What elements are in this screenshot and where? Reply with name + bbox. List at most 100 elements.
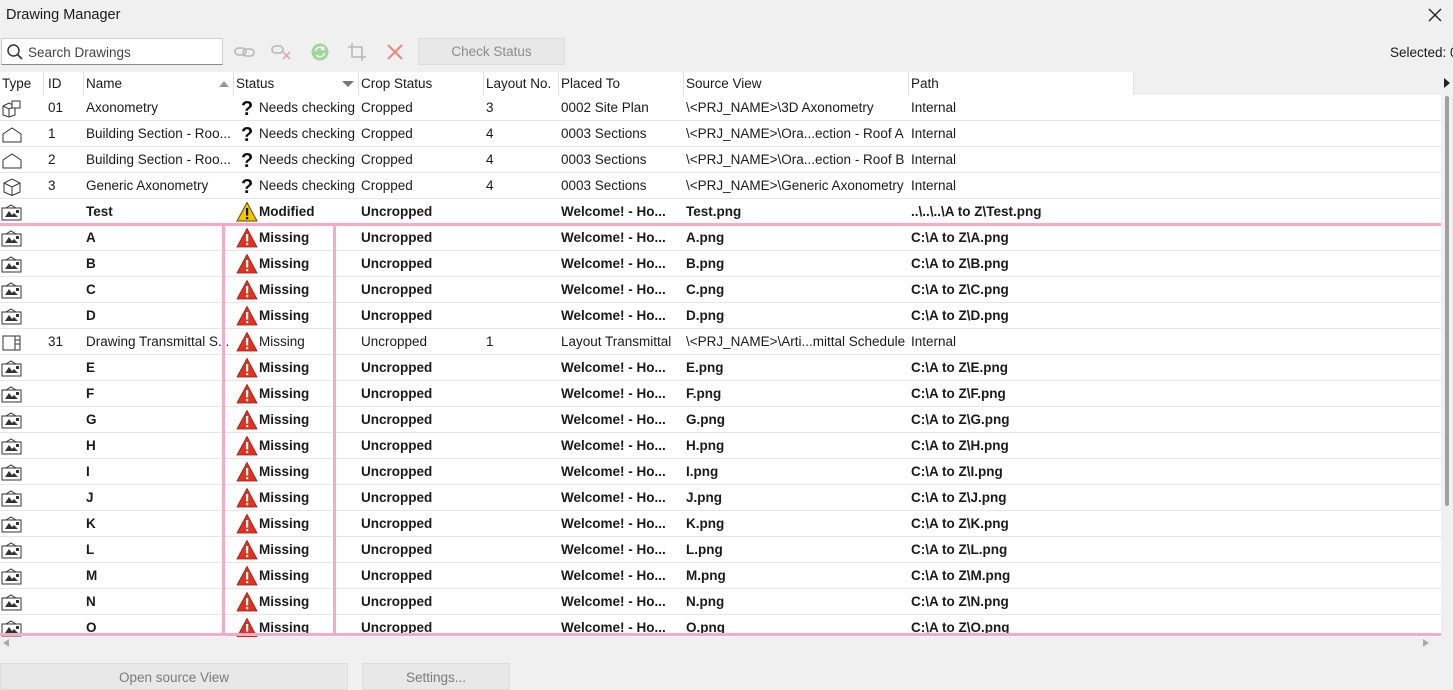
column-header-status[interactable]: Status (234, 72, 359, 95)
cell-path: C:\A to Z\O.png (911, 620, 1010, 635)
table-row[interactable]: D Missing Uncropped Welcome! - Ho... D.png C:… (0, 303, 1441, 329)
delete-icon[interactable] (383, 40, 407, 64)
table-row[interactable]: 1 Building Section - Roo...? Needs checkin… (0, 121, 1441, 147)
sort-dropdown-icon[interactable] (342, 81, 354, 87)
column-header-layout-no[interactable]: Layout No. (484, 72, 559, 95)
status-text: Missing (259, 438, 310, 453)
table-row[interactable]: 3 Generic Axonometry? Needs checking Croppe… (0, 173, 1441, 199)
cell-layout-no (486, 615, 558, 637)
cell-name: Generic Axonometry (86, 178, 209, 193)
link-icon[interactable] (233, 40, 257, 64)
warning-red-icon (236, 539, 258, 561)
svg-text:?: ? (241, 98, 253, 119)
cell-name: D (86, 308, 96, 323)
cell-path: Internal (911, 100, 957, 115)
section-icon (0, 121, 26, 147)
table-row[interactable]: I Missing Uncropped Welcome! - Ho... I.png C:… (0, 459, 1441, 485)
cell-crop-status: Uncropped (361, 334, 428, 349)
image-icon (0, 199, 26, 225)
cell-name: C (86, 282, 96, 297)
warning-red-icon (236, 383, 258, 405)
warning-red-icon (236, 331, 258, 353)
image-icon (0, 355, 26, 381)
table-row[interactable]: L Missing Uncropped Welcome! - Ho... L.png C:… (0, 537, 1441, 563)
window-title: Drawing Manager (6, 7, 121, 23)
image-icon (0, 537, 26, 563)
cell-name: Building Section - Roo... (86, 152, 231, 167)
table-row[interactable]: 31 Drawing Transmittal S... Missing Uncropp… (0, 329, 1441, 355)
sort-ascending-icon (219, 81, 229, 87)
cell-status: Missing (236, 433, 358, 459)
status-text: Needs checking (259, 126, 356, 141)
table-header: Type ID Name Status Crop Status Layout N… (0, 72, 1441, 95)
column-header-crop-status[interactable]: Crop Status (359, 72, 484, 95)
settings-button[interactable]: Settings... (362, 663, 510, 690)
check-status-button[interactable]: Check Status (418, 38, 565, 65)
table-row[interactable]: M Missing Uncropped Welcome! - Ho... M.png C:… (0, 563, 1441, 589)
unlink-icon[interactable] (270, 40, 294, 64)
cell-crop-status: Uncropped (361, 360, 433, 375)
status-text: Missing (259, 386, 310, 401)
cell-source-view: H.png (686, 438, 725, 453)
column-header-source-view[interactable]: Source View (684, 72, 909, 95)
table-row[interactable]: F Missing Uncropped Welcome! - Ho... F.png C:… (0, 381, 1441, 407)
column-header-name[interactable]: Name (84, 72, 234, 95)
cell-path: C:\A to Z\B.png (911, 256, 1009, 271)
table-row[interactable]: B Missing Uncropped Welcome! - Ho... B.png C:… (0, 251, 1441, 277)
table-row[interactable]: J Missing Uncropped Welcome! - Ho... J.png C:… (0, 485, 1441, 511)
cell-status: Missing (236, 459, 358, 485)
cell-source-view: K.png (686, 516, 725, 531)
warning-red-icon (236, 617, 258, 637)
column-header-id[interactable]: ID (46, 72, 84, 95)
table-row[interactable]: C Missing Uncropped Welcome! - Ho... C.png C:… (0, 277, 1441, 303)
cell-layout-no (486, 459, 558, 485)
refresh-icon[interactable] (308, 40, 332, 64)
image-icon (0, 589, 26, 615)
table-row[interactable]: G Missing Uncropped Welcome! - Ho... G.png C:… (0, 407, 1441, 433)
scroll-right-arrow-icon[interactable] (1444, 78, 1450, 88)
search-input[interactable] (28, 42, 218, 62)
open-source-view-button[interactable]: Open source View (0, 663, 348, 690)
cell-id (48, 511, 82, 537)
cell-layout-no (486, 537, 558, 563)
table-row[interactable]: E Missing Uncropped Welcome! - Ho... E.png C:… (0, 355, 1441, 381)
status-text: Missing (259, 568, 310, 583)
cell-crop-status: Cropped (361, 152, 413, 167)
table-row[interactable]: A Missing Uncropped Welcome! - Ho... A.png C:… (0, 225, 1441, 251)
table-row[interactable]: O Missing Uncropped Welcome! - Ho... O.png C:… (0, 615, 1441, 637)
cell-status: Missing (236, 329, 358, 355)
cell-crop-status: Uncropped (361, 568, 433, 583)
cell-source-view: \<PRJ_NAME>\Ora...ection - Roof B (686, 152, 905, 167)
table-row[interactable]: H Missing Uncropped Welcome! - Ho... H.png C:… (0, 433, 1441, 459)
cell-source-view: B.png (686, 256, 725, 271)
cell-source-view: N.png (686, 594, 725, 609)
table-row[interactable]: 2 Building Section - Roo...? Needs checkin… (0, 147, 1441, 173)
vertical-scroll-thumb[interactable] (1445, 96, 1449, 506)
cell-name: L (86, 542, 95, 557)
image-icon (0, 433, 26, 459)
horizontal-scrollbar[interactable] (0, 637, 1441, 649)
warning-red-icon (236, 357, 258, 379)
column-header-type[interactable]: Type (0, 72, 44, 95)
crop-icon[interactable] (345, 40, 369, 64)
column-header-path[interactable]: Path (909, 72, 1134, 95)
column-header-placed-to[interactable]: Placed To (559, 72, 684, 95)
table-row[interactable]: N Missing Uncropped Welcome! - Ho... N.png C:… (0, 589, 1441, 615)
vertical-scrollbar[interactable] (1441, 72, 1453, 637)
cell-path: Internal (911, 126, 957, 141)
cell-crop-status: Uncropped (361, 282, 433, 297)
search-box[interactable] (1, 38, 223, 65)
table-row[interactable]: 01 Axonometry? Needs checking Cropped 3 0002 … (0, 95, 1441, 121)
cell-status: Missing (236, 407, 358, 433)
close-icon[interactable] (1425, 5, 1445, 25)
cell-crop-status: Cropped (361, 100, 413, 115)
warning-red-icon (236, 565, 258, 587)
scroll-right-arrow-icon[interactable] (1423, 639, 1429, 647)
table-row[interactable]: Test Modified Uncropped Welcome! - Ho... Tes… (0, 199, 1441, 225)
table-row[interactable]: K Missing Uncropped Welcome! - Ho... K.png C:… (0, 511, 1441, 537)
warning-red-icon (236, 513, 258, 535)
warning-red-icon (236, 487, 258, 509)
status-text: Missing (259, 230, 310, 245)
cell-path: Internal (911, 334, 957, 349)
scroll-left-arrow-icon[interactable] (3, 639, 9, 647)
